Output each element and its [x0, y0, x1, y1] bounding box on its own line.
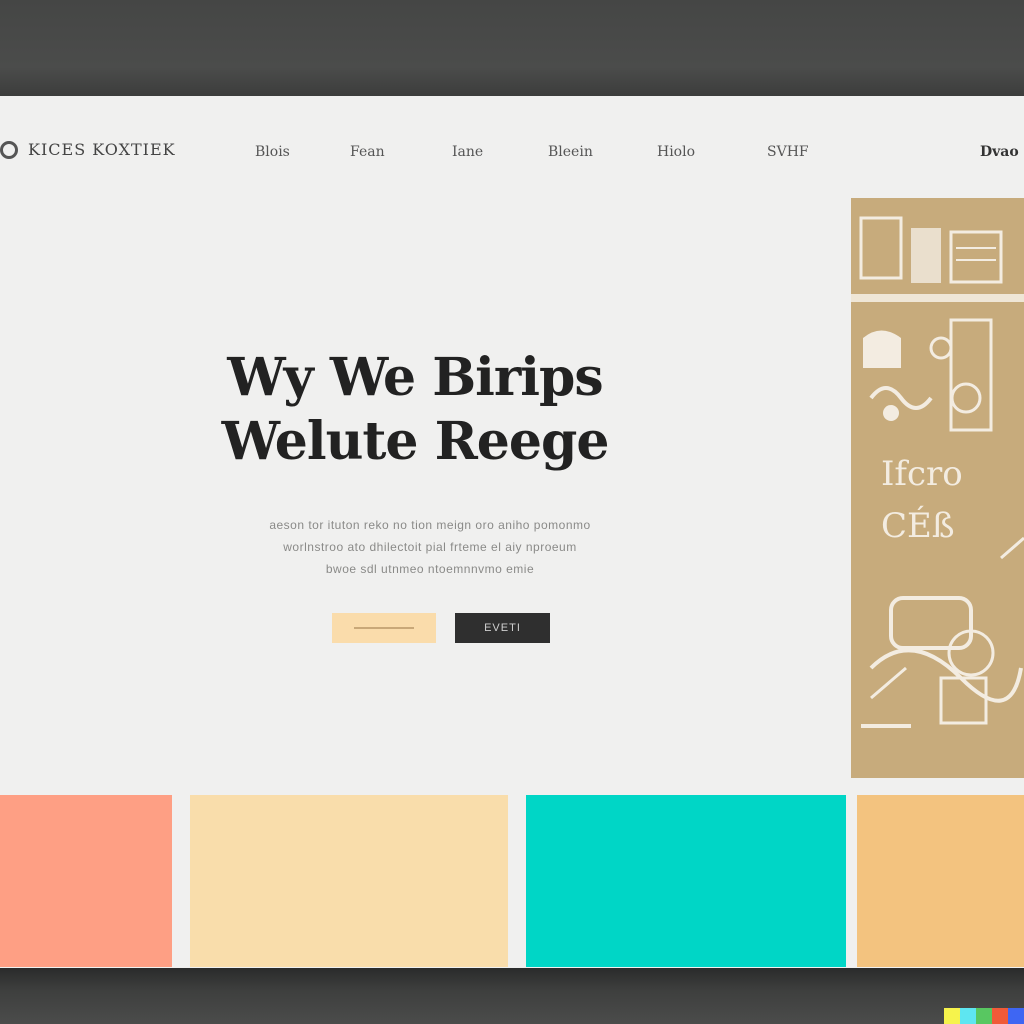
nav-item-1[interactable]: Blois — [255, 144, 290, 160]
color-mark-red — [992, 1008, 1008, 1024]
nav-item-3[interactable]: Iane — [452, 144, 483, 160]
secondary-cta-button[interactable]: EVETI — [455, 613, 550, 643]
illustration-lettering: Ifcro CÉß — [881, 448, 963, 552]
logo-icon — [0, 140, 18, 159]
nav-item-4[interactable]: Bleein — [548, 144, 593, 160]
nav-item-2[interactable]: Fean — [350, 144, 385, 160]
hero-headline-line-1: Wy We Birips — [227, 347, 603, 408]
color-block-cream[interactable] — [190, 795, 508, 967]
button-label-placeholder — [354, 627, 414, 629]
top-navigation: KICES KOXTIEK Blois Fean Iane Bleein Hio… — [0, 134, 1024, 174]
hero-illustration-panel: Ifcro CÉß — [851, 198, 1024, 778]
primary-cta-button[interactable] — [332, 613, 436, 643]
hero-headline: Wy We Birips Welute Reege — [150, 346, 680, 474]
hero-description-line-1: aeson tor ituton reko no tion meign oro … — [269, 518, 591, 532]
hero-description-line-2: worlnstroo ato dhilectoit pial frteme el… — [283, 540, 577, 554]
color-mark-cyan — [960, 1008, 976, 1024]
nav-item-6[interactable]: SVHF — [767, 144, 809, 160]
website-screen: KICES KOXTIEK Blois Fean Iane Bleein Hio… — [0, 96, 1024, 968]
nav-item-5[interactable]: Hiolo — [657, 144, 695, 160]
hero-description: aeson tor ituton reko no tion meign oro … — [210, 514, 650, 580]
hero-headline-line-2: Welute Reege — [221, 411, 610, 472]
site-logo[interactable]: KICES KOXTIEK — [0, 140, 176, 159]
color-mark-blue — [1008, 1008, 1024, 1024]
color-mark-yellow — [944, 1008, 960, 1024]
hero-description-line-3: bwoe sdl utnmeo ntoemnnvmo emie — [325, 562, 535, 576]
color-block-teal[interactable] — [526, 795, 846, 967]
logo-text: KICES KOXTIEK — [28, 140, 176, 159]
color-block-coral[interactable] — [0, 795, 172, 967]
nav-item-7[interactable]: Dvao — [980, 144, 1019, 160]
monitor-bezel-top — [0, 0, 1024, 96]
illustration-text-1: Ifcro — [881, 454, 963, 494]
color-mark-green — [976, 1008, 992, 1024]
color-block-orange[interactable] — [857, 795, 1024, 967]
monitor-bezel-bottom — [0, 968, 1024, 1024]
illustration-text-2: CÉß — [881, 506, 955, 546]
